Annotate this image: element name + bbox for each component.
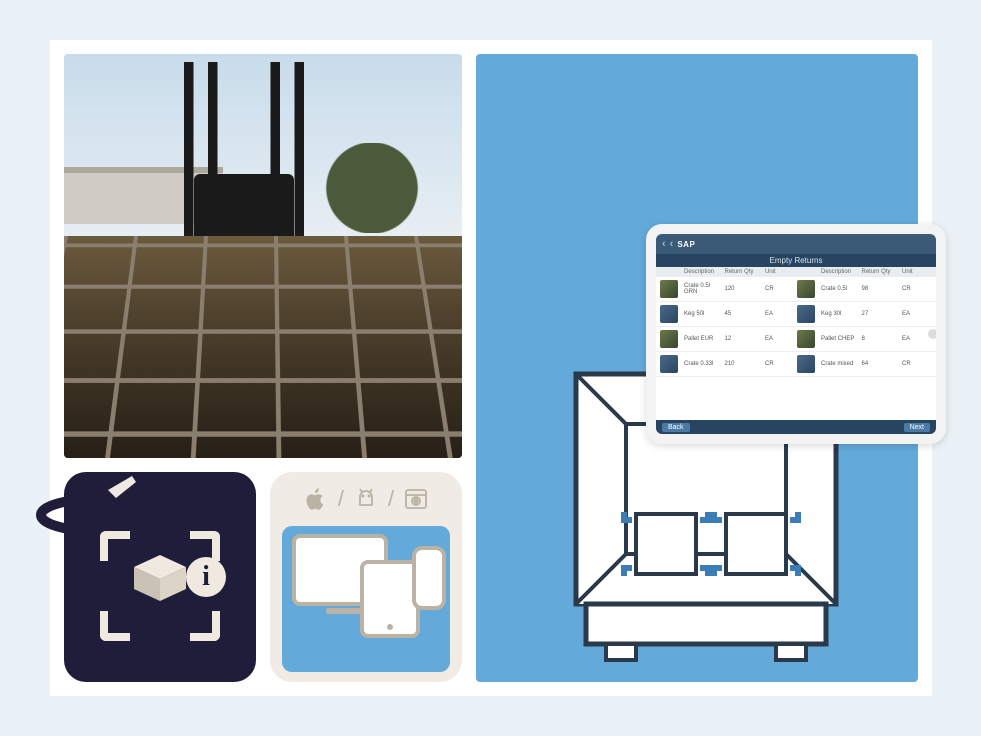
android-icon [354, 487, 378, 511]
scan-box-icon: i [100, 531, 220, 641]
info-badge-icon: i [186, 557, 226, 597]
bottom-cards: i / / [64, 472, 462, 682]
separator: / [338, 486, 344, 512]
left-column: i / / [64, 54, 462, 682]
tablet-app-header: ‹ ‹ SAP [656, 234, 936, 254]
tablet-footer-back: Back [662, 423, 690, 432]
phone-icon [412, 546, 446, 610]
back-chevron-icon: ‹ [662, 238, 666, 250]
table-row: Crate 0.5l GRN120CRCrate 0.5l98CR [656, 277, 936, 302]
table-row: Pallet EUR12EAPallet CHEP8EA [656, 327, 936, 352]
tablet-footer-next: Next [904, 423, 930, 432]
promo-frame: i / / [50, 40, 932, 696]
separator: / [388, 486, 394, 512]
apple-icon [304, 487, 328, 511]
rocket-orbit-icon [36, 470, 156, 540]
tablet-icon [360, 560, 420, 638]
tablet-brand: SAP [677, 240, 695, 249]
os-row: / / [282, 486, 450, 512]
table-row: Crate 0.33l210CRCrate mixed64CR [656, 352, 936, 377]
tablet-screen-title: Empty Returns [656, 254, 936, 267]
tablet-mockup: ‹ ‹ SAP Empty Returns Description Return… [646, 224, 946, 444]
tablet-column-headers: Description Return Qty Unit Description … [656, 267, 936, 277]
tablet-table-body: Crate 0.5l GRN120CRCrate 0.5l98CRKeg 50l… [656, 277, 936, 420]
table-row: Keg 50l45EAKeg 30l27EA [656, 302, 936, 327]
back-chevron-icon: ‹ [670, 238, 674, 250]
forklift-photo [64, 54, 462, 458]
right-illustration-panel: ‹ ‹ SAP Empty Returns Description Return… [476, 54, 918, 682]
app-icon-card: i [64, 472, 256, 682]
devices-illustration [282, 526, 450, 672]
platforms-card: / / [270, 472, 462, 682]
web-icon [404, 487, 428, 511]
tablet-footer: Back Next [656, 420, 936, 434]
package-3d-icon [132, 553, 188, 603]
